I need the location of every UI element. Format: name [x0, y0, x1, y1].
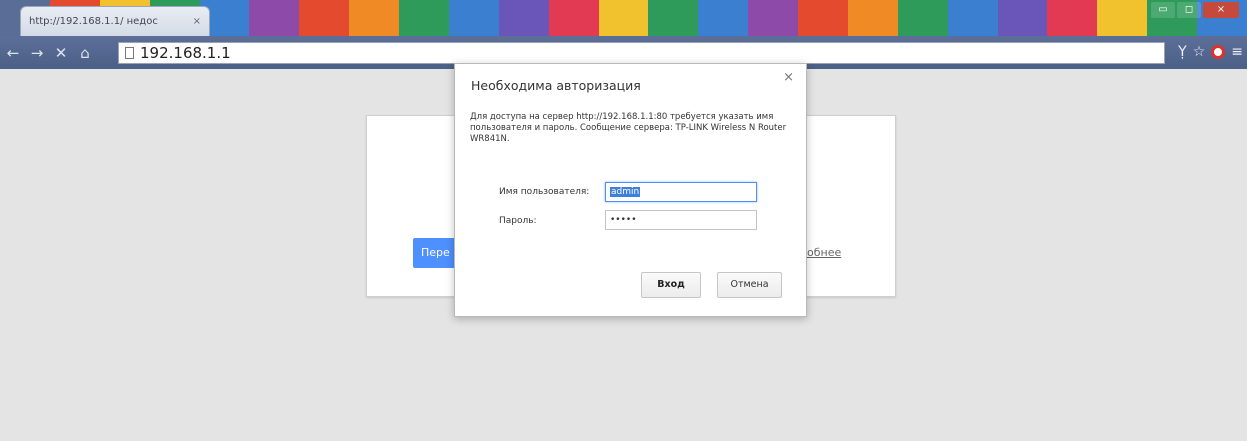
theme-stripe	[598, 0, 649, 36]
address-text: 192.168.1.1	[140, 44, 231, 62]
theme-stripe	[498, 0, 549, 36]
theme-stripe	[1047, 0, 1098, 36]
window-controls: ▭ ◻ ×	[1151, 2, 1239, 18]
theme-stripe	[399, 0, 449, 36]
login-button[interactable]: Вход	[641, 272, 701, 298]
theme-stripe	[847, 0, 898, 36]
password-label: Пароль:	[499, 216, 537, 226]
theme-stripe	[947, 0, 998, 36]
browser-titlebar: http://192.168.1.1/ недос × ▭ ◻ ×	[0, 0, 1247, 36]
dialog-close-icon[interactable]: ×	[783, 70, 794, 85]
maximize-button[interactable]: ◻	[1177, 2, 1201, 18]
toolbar-right-tools: Ỵ ☆ ≡	[1178, 44, 1243, 60]
filter-icon[interactable]: Ỵ	[1178, 44, 1187, 60]
theme-stripe	[448, 0, 499, 36]
forward-icon[interactable]: →	[26, 44, 48, 62]
stop-icon[interactable]: ✕	[50, 44, 72, 62]
theme-stripe	[648, 0, 699, 36]
address-bar[interactable]: 192.168.1.1	[118, 42, 1165, 64]
theme-stripe	[698, 0, 749, 36]
minimize-button[interactable]: ▭	[1151, 2, 1175, 18]
password-field[interactable]: •••••	[605, 210, 757, 230]
theme-stripe	[349, 0, 399, 36]
window-close-button[interactable]: ×	[1203, 2, 1239, 18]
home-icon[interactable]: ⌂	[74, 44, 96, 62]
theme-stripe	[1097, 0, 1148, 36]
username-field[interactable]: admin	[605, 182, 757, 202]
opera-icon[interactable]	[1211, 45, 1226, 59]
theme-stripe	[299, 0, 350, 36]
theme-stripe	[798, 0, 848, 36]
auth-dialog: Необходима авторизация × Для доступа на …	[454, 63, 807, 317]
tab-close-icon[interactable]: ×	[193, 16, 201, 27]
theme-stripe	[897, 0, 948, 36]
back-icon[interactable]: ←	[2, 44, 24, 62]
bookmark-star-icon[interactable]: ☆	[1193, 44, 1206, 60]
page-icon	[125, 47, 134, 59]
theme-stripe	[997, 0, 1048, 36]
username-value: admin	[610, 187, 641, 197]
browser-tab[interactable]: http://192.168.1.1/ недос ×	[20, 6, 210, 36]
cancel-button[interactable]: Отмена	[717, 272, 782, 298]
theme-stripe	[748, 0, 798, 36]
theme-stripe	[548, 0, 599, 36]
dialog-title: Необходима авторизация	[471, 78, 641, 93]
menu-icon[interactable]: ≡	[1231, 44, 1243, 60]
username-label: Имя пользователя:	[499, 187, 590, 197]
dialog-message: Для доступа на сервер http://192.168.1.1…	[470, 112, 787, 144]
tab-title: http://192.168.1.1/ недос	[29, 16, 158, 27]
theme-stripe	[249, 0, 300, 36]
password-value: •••••	[610, 215, 637, 225]
